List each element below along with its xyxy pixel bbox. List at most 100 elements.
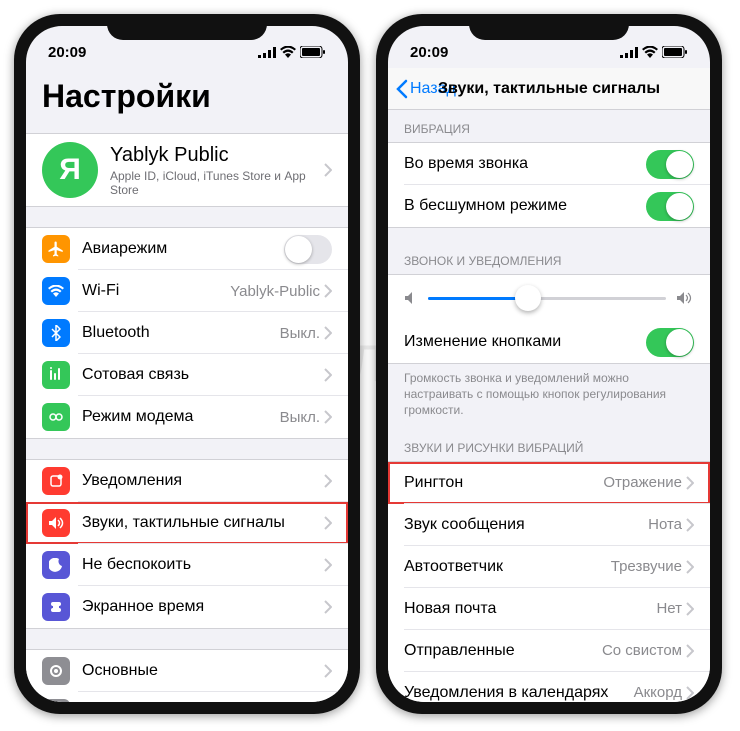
- sounds-icon: [42, 509, 70, 537]
- sounds-label: Звуки, тактильные сигналы: [82, 514, 324, 532]
- airplane-label: Авиарежим: [82, 240, 284, 258]
- battery-icon: [662, 46, 688, 58]
- hotspot-icon: [42, 403, 70, 431]
- mail-label: Новая почта: [404, 600, 656, 618]
- voicemail-value: Трезвучие: [611, 558, 682, 575]
- ringtone-label: Рингтон: [404, 474, 603, 492]
- wifi-icon: [280, 46, 296, 58]
- bluetooth-label: Bluetooth: [82, 324, 280, 342]
- wifi-value: Yablyk-Public: [230, 283, 320, 300]
- patterns-header: ЗВУКИ И РИСУНКИ ВИБРАЦИЙ: [388, 435, 710, 461]
- sent-label: Отправленные: [404, 642, 602, 660]
- page-title: Настройки: [26, 68, 348, 127]
- chevron-icon: [686, 644, 694, 658]
- change-buttons-switch[interactable]: [646, 328, 694, 357]
- bluetooth-row[interactable]: Bluetooth Выкл.: [26, 312, 348, 354]
- voicemail-row[interactable]: Автоответчик Трезвучие: [388, 546, 710, 588]
- chevron-icon: [324, 558, 332, 572]
- chevron-icon: [686, 686, 694, 700]
- notifications-icon: [42, 467, 70, 495]
- vibration-header: ВИБРАЦИЯ: [388, 116, 710, 142]
- patterns-group: ЗВУКИ И РИСУНКИ ВИБРАЦИЙ Рингтон Отражен…: [388, 435, 710, 702]
- airplane-row[interactable]: Авиарежим: [26, 228, 348, 270]
- sounds-row[interactable]: Звуки, тактильные сигналы: [26, 502, 348, 544]
- wifi-row[interactable]: Wi-Fi Yablyk-Public: [26, 270, 348, 312]
- dnd-row[interactable]: Не беспокоить: [26, 544, 348, 586]
- volume-low-icon: [404, 291, 418, 305]
- vibrate-ring-label: Во время звонка: [404, 155, 646, 173]
- general-label: Основные: [82, 662, 324, 680]
- screentime-row[interactable]: Экранное время: [26, 586, 348, 628]
- sent-row[interactable]: Отправленные Со свистом: [388, 630, 710, 672]
- chevron-icon: [324, 326, 332, 340]
- calendar-label: Уведомления в календарях: [404, 684, 634, 702]
- cellular-icon: [258, 47, 276, 58]
- volume-slider[interactable]: [428, 297, 666, 300]
- control-icon: [42, 699, 70, 702]
- control-row[interactable]: Пункт управления: [26, 692, 348, 702]
- text-label: Звук сообщения: [404, 516, 648, 534]
- volume-high-icon: [676, 291, 694, 305]
- cellular-label: Сотовая связь: [82, 366, 324, 384]
- general-row[interactable]: Основные: [26, 650, 348, 692]
- status-time: 20:09: [48, 44, 86, 61]
- text-value: Нота: [648, 516, 682, 533]
- hotspot-row[interactable]: Режим модема Выкл.: [26, 396, 348, 438]
- calendar-row[interactable]: Уведомления в календарях Аккорд: [388, 672, 710, 702]
- cellular-settings-icon: [42, 361, 70, 389]
- chevron-icon: [324, 368, 332, 382]
- sent-value: Со свистом: [602, 642, 682, 659]
- status-indicators: [620, 46, 688, 58]
- mail-row[interactable]: Новая почта Нет: [388, 588, 710, 630]
- dnd-icon: [42, 551, 70, 579]
- hotspot-value: Выкл.: [280, 409, 320, 426]
- notch: [107, 14, 267, 40]
- profile-name: Yablyk Public: [110, 144, 324, 167]
- avatar: Я: [42, 142, 98, 198]
- ringer-header: ЗВОНОК И УВЕДОМЛЕНИЯ: [388, 248, 710, 274]
- vibrate-silent-switch[interactable]: [646, 192, 694, 221]
- ringtone-row[interactable]: Рингтон Отражение: [388, 462, 710, 504]
- voicemail-label: Автоответчик: [404, 558, 611, 576]
- cellular-row[interactable]: Сотовая связь: [26, 354, 348, 396]
- chevron-icon: [324, 516, 332, 530]
- nav-title: Звуки, тактильные сигналы: [438, 80, 660, 98]
- volume-slider-row: [388, 275, 710, 321]
- chevron-icon: [324, 600, 332, 614]
- notifications-row[interactable]: Уведомления: [26, 460, 348, 502]
- hotspot-label: Режим модема: [82, 408, 280, 426]
- notifications-label: Уведомления: [82, 472, 324, 490]
- vibrate-ring-switch[interactable]: [646, 150, 694, 179]
- wifi-icon: [642, 46, 658, 58]
- mail-value: Нет: [656, 600, 682, 617]
- vibration-group: ВИБРАЦИЯ Во время звонка В бесшумном реж…: [388, 116, 710, 228]
- chevron-icon: [324, 474, 332, 488]
- ringer-group: ЗВОНОК И УВЕДОМЛЕНИЯ Изменение кнопками …: [388, 248, 710, 425]
- vibrate-ring-row[interactable]: Во время звонка: [388, 143, 710, 185]
- bluetooth-value: Выкл.: [280, 325, 320, 342]
- general-group: Основные Пункт управления AA Экран и ярк…: [26, 649, 348, 702]
- chevron-icon: [686, 476, 694, 490]
- status-time: 20:09: [410, 44, 448, 61]
- gear-icon: [42, 657, 70, 685]
- cellular-icon: [620, 47, 638, 58]
- profile-row[interactable]: Я Yablyk Public Apple ID, iCloud, iTunes…: [26, 134, 348, 206]
- ringtone-value: Отражение: [603, 474, 682, 491]
- connectivity-group: Авиарежим Wi-Fi Yablyk-Public Bluetooth …: [26, 227, 348, 439]
- alerts-group: Уведомления Звуки, тактильные сигналы Не…: [26, 459, 348, 629]
- chevron-icon: [324, 163, 332, 177]
- vibrate-silent-label: В бесшумном режиме: [404, 197, 646, 215]
- change-buttons-row[interactable]: Изменение кнопками: [388, 321, 710, 363]
- chevron-icon: [324, 664, 332, 678]
- change-buttons-label: Изменение кнопками: [404, 333, 646, 351]
- text-row[interactable]: Звук сообщения Нота: [388, 504, 710, 546]
- wifi-label: Wi-Fi: [82, 282, 230, 300]
- chevron-icon: [686, 518, 694, 532]
- status-indicators: [258, 46, 326, 58]
- airplane-switch[interactable]: [284, 235, 332, 264]
- chevron-icon: [324, 284, 332, 298]
- chevron-icon: [686, 560, 694, 574]
- chevron-icon: [686, 602, 694, 616]
- vibrate-silent-row[interactable]: В бесшумном режиме: [388, 185, 710, 227]
- calendar-value: Аккорд: [634, 684, 682, 701]
